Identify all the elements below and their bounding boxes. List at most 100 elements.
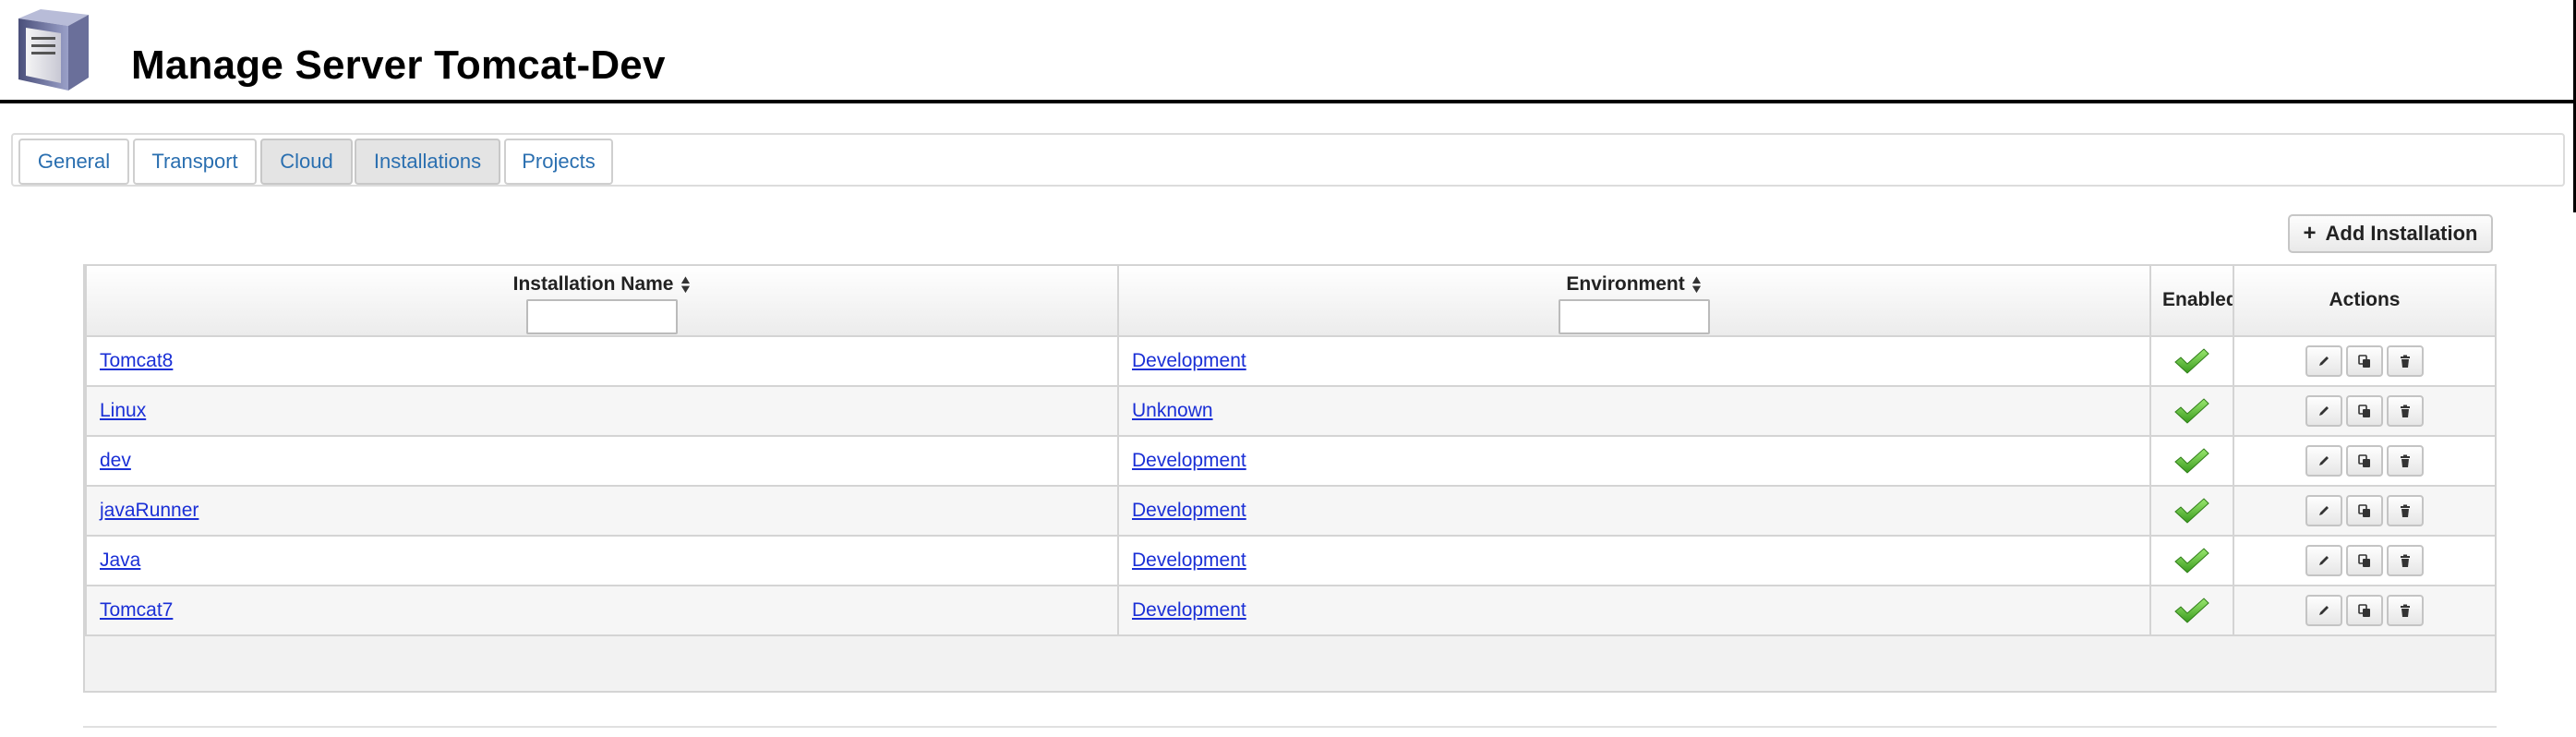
cell-installation-name: Java: [85, 535, 1119, 586]
installation-name-link[interactable]: Linux: [100, 400, 146, 421]
column-header-installation-name[interactable]: Installation Name ▲ ▼: [85, 266, 1119, 337]
copy-icon: [2358, 355, 2370, 368]
edit-icon: [2319, 356, 2329, 366]
edit-button[interactable]: [2305, 545, 2342, 576]
environment-link[interactable]: Development: [1132, 450, 1246, 471]
copy-icon: [2358, 504, 2370, 517]
column-label-installation-name: Installation Name: [512, 273, 674, 295]
delete-button[interactable]: [2387, 345, 2424, 377]
delete-icon: [2401, 604, 2410, 617]
table-row: dev Development: [85, 435, 2497, 487]
installation-name-filter-input[interactable]: [526, 299, 678, 334]
delete-button[interactable]: [2387, 545, 2424, 576]
copy-button[interactable]: [2346, 395, 2383, 427]
delete-button[interactable]: [2387, 595, 2424, 626]
page-header: Manage Server Tomcat-Dev: [0, 0, 2576, 103]
cell-actions: [2233, 385, 2497, 437]
tab-transport[interactable]: Transport: [133, 139, 257, 185]
delete-button[interactable]: [2387, 495, 2424, 526]
table-header-row: Installation Name ▲ ▼ Environment ▲ ▼ Enab…: [85, 266, 2497, 337]
delete-icon: [2401, 504, 2410, 517]
cell-actions: [2233, 335, 2497, 387]
environment-link[interactable]: Development: [1132, 599, 1246, 621]
copy-button[interactable]: [2346, 445, 2383, 477]
copy-icon: [2358, 554, 2370, 567]
cell-installation-name: Tomcat7: [85, 585, 1119, 636]
edit-icon: [2319, 606, 2329, 615]
divider: [83, 726, 2497, 728]
edit-button[interactable]: [2305, 395, 2342, 427]
installation-name-link[interactable]: dev: [100, 450, 131, 471]
cell-enabled: [2149, 485, 2234, 537]
page-title: Manage Server Tomcat-Dev: [131, 42, 666, 88]
edit-icon: [2319, 456, 2329, 465]
delete-button[interactable]: [2387, 445, 2424, 477]
copy-icon: [2358, 604, 2370, 617]
column-header-environment[interactable]: Environment ▲ ▼: [1117, 266, 2151, 337]
copy-button[interactable]: [2346, 345, 2383, 377]
edit-icon: [2319, 556, 2329, 565]
cell-actions: [2233, 485, 2497, 537]
check-icon: [2174, 448, 2209, 474]
cell-enabled: [2149, 535, 2234, 586]
add-installation-button[interactable]: + Add Installation: [2288, 214, 2493, 253]
plus-icon: +: [2303, 221, 2317, 246]
cell-actions: [2233, 535, 2497, 586]
check-icon: [2174, 498, 2209, 524]
delete-icon: [2401, 554, 2410, 567]
column-header-actions: Actions: [2233, 266, 2497, 337]
tab-general[interactable]: General: [18, 139, 129, 185]
edit-button[interactable]: [2305, 495, 2342, 526]
environment-link[interactable]: Development: [1132, 350, 1246, 371]
edit-icon: [2319, 506, 2329, 515]
edit-button[interactable]: [2305, 445, 2342, 477]
delete-button[interactable]: [2387, 395, 2424, 427]
cell-installation-name: Tomcat8: [85, 335, 1119, 387]
edit-button[interactable]: [2305, 345, 2342, 377]
cell-environment: Development: [1117, 485, 2151, 537]
copy-icon: [2358, 405, 2370, 417]
installation-name-link[interactable]: Tomcat8: [100, 350, 173, 371]
tab-installations[interactable]: Installations: [355, 139, 500, 185]
installations-table-container: Installation Name ▲ ▼ Environment ▲ ▼ Enab…: [83, 264, 2497, 693]
check-icon: [2174, 348, 2209, 374]
delete-icon: [2401, 454, 2410, 467]
cell-environment: Unknown: [1117, 385, 2151, 437]
cell-environment: Development: [1117, 335, 2151, 387]
column-header-enabled: Enabled: [2149, 266, 2234, 337]
check-icon: [2174, 598, 2209, 623]
environment-link[interactable]: Development: [1132, 550, 1246, 571]
installations-table: Installation Name ▲ ▼ Environment ▲ ▼ Enab…: [85, 266, 2497, 636]
cell-actions: [2233, 585, 2497, 636]
cell-enabled: [2149, 435, 2234, 487]
cell-actions: [2233, 435, 2497, 487]
table-row: Tomcat8 Development: [85, 335, 2497, 387]
installation-name-link[interactable]: Tomcat7: [100, 599, 173, 621]
sort-icon[interactable]: ▲ ▼: [1689, 273, 1703, 295]
check-icon: [2174, 398, 2209, 424]
server-icon: [18, 9, 89, 91]
copy-button[interactable]: [2346, 595, 2383, 626]
tab-cloud[interactable]: Cloud: [260, 139, 353, 185]
cell-enabled: [2149, 585, 2234, 636]
copy-button[interactable]: [2346, 495, 2383, 526]
tab-projects[interactable]: Projects: [504, 139, 613, 185]
cell-environment: Development: [1117, 585, 2151, 636]
table-row: Java Development: [85, 535, 2497, 586]
environment-link[interactable]: Development: [1132, 500, 1246, 521]
environment-link[interactable]: Unknown: [1132, 400, 1213, 421]
edit-button[interactable]: [2305, 595, 2342, 626]
installation-name-link[interactable]: Java: [100, 550, 140, 571]
cell-installation-name: Linux: [85, 385, 1119, 437]
column-label-environment: Environment: [1566, 273, 1685, 295]
tab-bar: General Transport Cloud Installations Pr…: [11, 133, 2565, 187]
table-row: Linux Unknown: [85, 385, 2497, 437]
delete-icon: [2401, 355, 2410, 368]
environment-filter-input[interactable]: [1559, 299, 1710, 334]
cell-installation-name: dev: [85, 435, 1119, 487]
copy-button[interactable]: [2346, 545, 2383, 576]
delete-icon: [2401, 405, 2410, 417]
sort-icon[interactable]: ▲ ▼: [678, 273, 692, 295]
installation-name-link[interactable]: javaRunner: [100, 500, 199, 521]
copy-icon: [2358, 454, 2370, 467]
